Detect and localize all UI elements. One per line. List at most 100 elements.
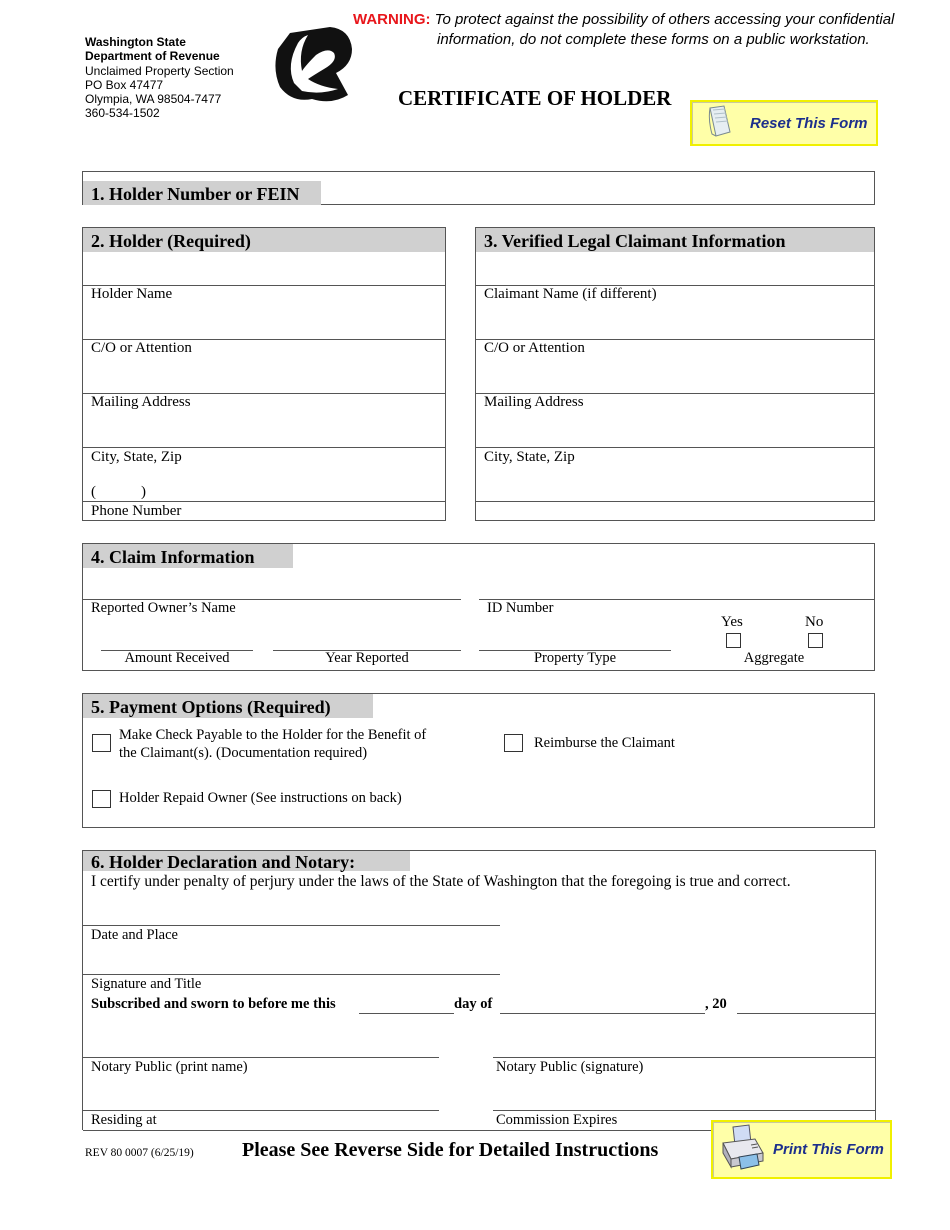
holder-address-label: Mailing Address [91, 394, 191, 410]
divider [476, 501, 874, 502]
year-reported-label: Year Reported [325, 650, 409, 666]
aggregate-no-checkbox[interactable] [808, 633, 823, 648]
divider [476, 447, 874, 448]
holder-repaid-owner-checkbox[interactable] [92, 790, 111, 808]
divider [83, 974, 500, 975]
section-4-heading: 4. Claim Information [83, 544, 293, 568]
print-form-button[interactable]: Print This Form [711, 1120, 892, 1179]
commission-expires-label: Commission Expires [496, 1112, 618, 1128]
notary-signature-label: Notary Public (signature) [496, 1059, 644, 1075]
divider [500, 1013, 705, 1014]
divider [83, 925, 500, 926]
claimant-address-label: Mailing Address [484, 394, 584, 410]
signature-title-label: Signature and Title [91, 976, 202, 992]
holder-repaid-owner-label: Holder Repaid Owner (See instructions on… [119, 790, 402, 806]
holder-city-label: City, State, Zip [91, 449, 182, 465]
residing-at-input[interactable] [87, 1083, 441, 1111]
property-type-label: Property Type [533, 650, 617, 666]
holder-address-input[interactable] [87, 416, 445, 446]
warning-label: WARNING: [353, 11, 431, 28]
dor-logo-icon [272, 25, 356, 103]
agency-state: Washington State [85, 35, 186, 49]
divider [83, 501, 445, 502]
claimant-address-input[interactable] [480, 416, 874, 446]
sworn-year-input[interactable] [737, 994, 879, 1014]
warning-text-line2: information, do not complete these forms… [437, 31, 870, 48]
agency-city: Olympia, WA 98504-7477 [85, 92, 222, 107]
sworn-day-input[interactable] [359, 994, 457, 1014]
divider [493, 1057, 876, 1058]
section-declaration-notary: 6. Holder Declaration and Notary: I cert… [82, 850, 879, 1131]
agency-po-box: PO Box 47477 [85, 77, 164, 92]
divider [83, 447, 445, 448]
printer-icon [719, 1123, 767, 1176]
sworn-month-input[interactable] [500, 994, 708, 1014]
option1-line1: Make Check Payable to the Holder for the… [119, 727, 427, 743]
divider [493, 1110, 876, 1111]
option1-line2: the Claimant(s). (Documentation required… [119, 745, 368, 761]
reported-owner-label: Reported Owner’s Name [91, 600, 236, 616]
divider [737, 1013, 876, 1014]
divider [359, 1013, 454, 1014]
warning-notice: WARNING: To protect against the possibil… [353, 10, 894, 50]
notary-print-input[interactable] [87, 1029, 441, 1057]
holder-co-label: C/O or Attention [91, 340, 192, 356]
id-number-label: ID Number [487, 600, 554, 616]
check-payable-holder-label: Make Check Payable to the Holder for the… [119, 726, 426, 762]
holder-co-input[interactable] [87, 362, 445, 392]
claimant-co-input[interactable] [480, 362, 874, 392]
aggregate-yes-label: Yes [721, 614, 743, 630]
holder-number-input[interactable] [323, 174, 875, 204]
date-place-label: Date and Place [91, 927, 178, 943]
aggregate-label: Aggregate [743, 650, 805, 666]
check-payable-holder-checkbox[interactable] [92, 734, 111, 752]
form-revision: REV 80 0007 (6/25/19) [85, 1147, 194, 1159]
notary-signature-input[interactable] [494, 1029, 876, 1057]
holder-top-input[interactable] [87, 254, 445, 284]
reset-form-button[interactable]: Reset This Form [690, 100, 878, 146]
amount-received-input[interactable] [101, 628, 255, 650]
sworn-text-b: day of [454, 996, 493, 1012]
claimant-name-input[interactable] [480, 308, 874, 338]
holder-phone-input[interactable] [103, 484, 437, 502]
section-6-heading: 6. Holder Declaration and Notary: [83, 851, 410, 872]
commission-expires-input[interactable] [494, 1083, 876, 1111]
section-holder: 2. Holder (Required) Holder Name C/O or … [82, 227, 446, 521]
notepad-icon [706, 104, 732, 143]
section-5-heading: 5. Payment Options (Required) [83, 694, 373, 718]
aggregate-yes-checkbox[interactable] [726, 633, 741, 648]
id-number-input[interactable] [481, 572, 875, 600]
residing-at-label: Residing at [91, 1112, 157, 1128]
agency-section: Unclaimed Property Section [85, 63, 234, 78]
reimburse-claimant-label: Reimburse the Claimant [534, 735, 675, 751]
divider [83, 1057, 439, 1058]
claimant-top-input[interactable] [480, 254, 874, 284]
section-3-heading: 3. Verified Legal Claimant Information [476, 228, 874, 252]
property-type-input[interactable] [479, 628, 673, 650]
print-form-label: Print This Form [773, 1141, 884, 1158]
reported-owner-input[interactable] [87, 572, 461, 600]
certify-statement: I certify under penalty of perjury under… [91, 873, 791, 890]
section-claimant: 3. Verified Legal Claimant Information C… [475, 227, 875, 521]
aggregate-no-label: No [805, 614, 824, 630]
claimant-city-input[interactable] [480, 470, 874, 500]
agency-department: Department of Revenue [85, 49, 220, 64]
reverse-side-instructions: Please See Reverse Side for Detailed Ins… [242, 1139, 659, 1161]
section-2-heading: 2. Holder (Required) [83, 228, 445, 252]
claimant-co-label: C/O or Attention [484, 340, 585, 356]
claimant-city-label: City, State, Zip [484, 449, 575, 465]
date-place-input[interactable] [87, 899, 501, 925]
agency-address: Washington State Department of Revenue U… [85, 35, 234, 121]
section-1-heading: 1. Holder Number or FEIN [83, 181, 321, 205]
year-reported-input[interactable] [273, 628, 463, 650]
reimburse-claimant-checkbox[interactable] [504, 734, 523, 752]
reset-form-label: Reset This Form [750, 114, 868, 132]
sworn-text-a: Subscribed and sworn to before me this [91, 996, 336, 1012]
agency-phone: 360-534-1502 [85, 106, 160, 121]
holder-name-input[interactable] [87, 308, 445, 338]
signature-title-input[interactable] [87, 948, 501, 974]
phone-number-label: Phone Number [91, 503, 182, 519]
section-claim-information: 4. Claim Information Reported Owner’s Na… [82, 543, 875, 671]
notary-print-label: Notary Public (print name) [91, 1059, 248, 1075]
sworn-text-c: , 20 [705, 996, 727, 1012]
